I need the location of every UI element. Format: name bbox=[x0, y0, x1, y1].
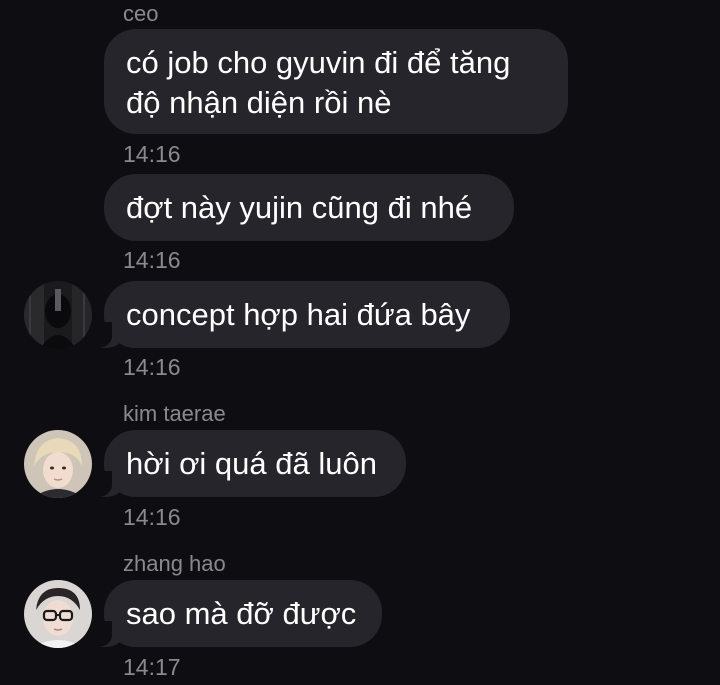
message-timestamp: 14:16 bbox=[123, 247, 181, 273]
message-bubble[interactable]: đợt này yujin cũng đi nhé bbox=[104, 174, 514, 241]
sender-name-kim-taerae: kim taerae bbox=[123, 401, 226, 426]
chat-thread: ceo có job cho gyuvin đi để tăng độ nhận… bbox=[0, 0, 720, 685]
glasses-portrait-icon bbox=[24, 580, 92, 648]
message-text: hời ơi quá đã luôn bbox=[126, 446, 377, 481]
message-timestamp: 14:17 bbox=[123, 654, 181, 680]
kim-taerae-avatar[interactable] bbox=[24, 430, 92, 498]
message-timestamp: 14:16 bbox=[123, 354, 181, 380]
message-text-line: có job cho gyuvin đi để tăng bbox=[126, 45, 511, 80]
sender-name-ceo: ceo bbox=[123, 1, 159, 26]
message-timestamp: 14:16 bbox=[123, 141, 181, 167]
message-bubble[interactable]: có job cho gyuvin đi để tăng độ nhận diệ… bbox=[104, 29, 568, 134]
message-text: concept hợp hai đứa bây bbox=[126, 297, 471, 332]
message-text: sao mà đỡ được bbox=[126, 596, 357, 631]
zhang-hao-avatar[interactable] bbox=[24, 580, 92, 648]
message-bubble[interactable]: sao mà đỡ được bbox=[86, 580, 382, 647]
ceo-avatar[interactable] bbox=[24, 281, 92, 349]
dark-portrait-icon bbox=[24, 281, 92, 349]
message-text-line: độ nhận diện rồi nè bbox=[126, 85, 392, 120]
message-text: đợt này yujin cũng đi nhé bbox=[126, 190, 473, 225]
message-bubble[interactable]: concept hợp hai đứa bây bbox=[86, 281, 510, 348]
message-bubble[interactable]: hời ơi quá đã luôn bbox=[86, 430, 406, 497]
sender-name-zhang-hao: zhang hao bbox=[123, 551, 226, 576]
blonde-portrait-icon bbox=[24, 430, 92, 498]
message-timestamp: 14:16 bbox=[123, 504, 181, 530]
